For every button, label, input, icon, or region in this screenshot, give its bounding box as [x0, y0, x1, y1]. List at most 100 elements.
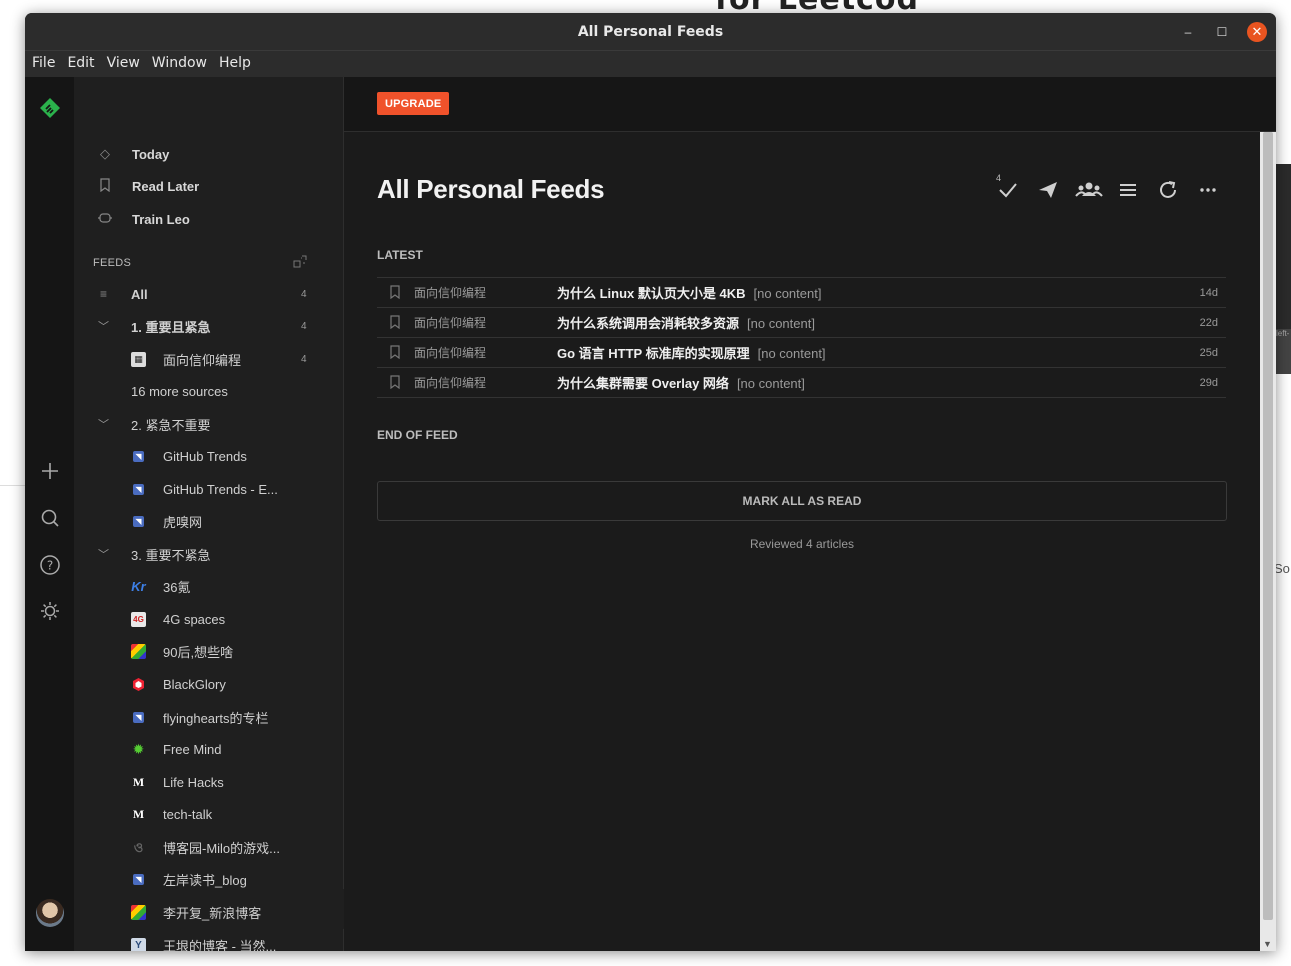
user-avatar[interactable] — [36, 899, 64, 927]
gear-favicon-icon: ✹ — [132, 740, 145, 757]
scroll-down-arrow-icon[interactable]: ▼ — [1263, 939, 1272, 949]
rss-icon: ◥ — [133, 450, 144, 462]
upgrade-button[interactable]: UPGRADE — [377, 92, 450, 115]
bookmark-icon — [96, 177, 114, 195]
article-title[interactable]: 为什么集群需要 Overlay 网络 [no content] — [557, 373, 805, 392]
rss-icon: ◥ — [133, 711, 144, 723]
bookmark-icon[interactable] — [390, 315, 400, 332]
kr-favicon-icon: Kr — [131, 578, 146, 594]
nav-train-leo[interactable]: Train Leo — [96, 208, 190, 230]
menu-bar: File Edit View Window Help — [25, 50, 1276, 77]
feed-favicon-icon: ▦ — [131, 351, 146, 367]
bookmark-icon[interactable] — [390, 375, 400, 392]
feed-source[interactable]: ও 博客园-Milo的游戏... — [74, 835, 343, 859]
refresh-icon[interactable] — [1156, 178, 1180, 202]
background-window-fragment: left- — [1276, 329, 1291, 374]
add-icon[interactable] — [39, 460, 61, 482]
menu-help[interactable]: Help — [212, 51, 256, 71]
background-divider — [0, 485, 26, 486]
pixel-favicon-icon — [131, 904, 146, 920]
article-age: 14d — [1199, 286, 1218, 299]
team-icon[interactable] — [1075, 178, 1103, 202]
reviewed-count-text: Reviewed 4 articles — [749, 537, 855, 551]
feedly-logo-icon[interactable] — [39, 97, 61, 124]
menu-file[interactable]: File — [25, 51, 60, 71]
article-list: 面向信仰编程 为什么 Linux 默认页大小是 4KB [no content] … — [377, 277, 1226, 398]
feed-source[interactable]: ◥ 左岸读书_blog — [74, 867, 343, 891]
feed-source[interactable]: Kr 36氪 — [74, 574, 343, 598]
minimize-button[interactable]: – — [1178, 22, 1198, 42]
cnblogs-icon: ও — [133, 839, 144, 855]
article-title[interactable]: 为什么 Linux 默认页大小是 4KB [no content] — [557, 283, 821, 302]
pixel-favicon-icon — [131, 643, 146, 659]
feed-group-2[interactable]: ﹀ 2. 紧急不重要 — [74, 412, 343, 436]
article-title[interactable]: 为什么系统调用会消耗较多资源 [no content] — [557, 313, 815, 332]
feeds-section-label: FEEDS — [93, 257, 132, 269]
end-of-feed-label: END OF FEED — [377, 428, 458, 442]
article-source: 面向信仰编程 — [414, 376, 487, 390]
feed-source[interactable]: M tech-talk — [74, 802, 343, 826]
mark-all-read-button[interactable]: MARK ALL AS READ — [377, 481, 1227, 521]
mark-as-read-icon[interactable] — [996, 178, 1020, 202]
bookmark-icon[interactable] — [390, 285, 400, 302]
feed-source[interactable]: ◥ 虎嗅网 — [74, 509, 343, 533]
chevron-down-icon[interactable]: ﹀ — [98, 318, 109, 334]
blackglory-icon — [131, 677, 146, 692]
chevron-down-icon[interactable]: ﹀ — [98, 416, 109, 432]
theme-sun-icon[interactable] — [39, 600, 61, 622]
article-title[interactable]: Go 语言 HTTP 标准库的实现原理 [no content] — [557, 343, 826, 362]
feed-all[interactable]: ≡ All 4 — [74, 282, 343, 306]
share-send-icon[interactable] — [1036, 178, 1060, 202]
main-panel: UPGRADE All Personal Feeds 4 LATEST 面向信仰… — [344, 77, 1276, 951]
menu-window[interactable]: Window — [145, 51, 212, 71]
feed-source[interactable]: Y 王垠的博客 - 当然... — [74, 933, 343, 951]
menu-edit[interactable]: Edit — [60, 51, 99, 71]
feed-source[interactable]: ◥ GitHub Trends - E... — [74, 477, 343, 501]
feed-source[interactable]: 李开复_新浪博客 — [74, 900, 343, 924]
feed-source[interactable]: 4G 4G spaces — [74, 607, 343, 631]
scrollbar[interactable]: ▼ — [1260, 132, 1276, 951]
title-bar[interactable]: All Personal Feeds – ☐ ✕ — [25, 13, 1276, 50]
list-item[interactable]: 面向信仰编程 为什么集群需要 Overlay 网络 [no content] 29… — [377, 368, 1226, 398]
more-sources-link[interactable]: 16 more sources — [74, 379, 343, 403]
medium-icon: M — [132, 806, 145, 821]
help-icon[interactable]: ? — [39, 554, 61, 576]
feed-source[interactable]: M Life Hacks — [74, 770, 343, 794]
background-window — [1276, 164, 1291, 329]
feed-source[interactable]: BlackGlory — [74, 672, 343, 696]
chevron-down-icon[interactable]: ﹀ — [98, 546, 109, 562]
list-item[interactable]: 面向信仰编程 为什么 Linux 默认页大小是 4KB [no content] … — [377, 278, 1226, 308]
feed-group-1[interactable]: ﹀ 1. 重要且紧急 4 — [74, 314, 343, 338]
search-icon[interactable] — [39, 507, 61, 529]
nav-read-later[interactable]: Read Later — [96, 175, 199, 197]
feed-source[interactable]: ▦ 面向信仰编程 4 — [74, 347, 343, 371]
list-item[interactable]: 面向信仰编程 为什么系统调用会消耗较多资源 [no content] 22d — [377, 308, 1226, 338]
list-item[interactable]: 面向信仰编程 Go 语言 HTTP 标准库的实现原理 [no content] 2… — [377, 338, 1226, 368]
close-button[interactable]: ✕ — [1247, 22, 1267, 42]
rss-icon: ◥ — [133, 483, 144, 495]
more-options-icon[interactable] — [1196, 178, 1220, 202]
latest-section-label: LATEST — [377, 248, 423, 262]
today-icon: ◇ — [100, 146, 110, 161]
feed-favicon-icon: 4G — [131, 611, 146, 627]
bookmark-icon[interactable] — [390, 345, 400, 362]
feed-source[interactable]: ✹ Free Mind — [74, 737, 343, 761]
maximize-button[interactable]: ☐ — [1212, 22, 1232, 42]
medium-icon: M — [132, 774, 145, 789]
feeds-settings-icon[interactable] — [293, 255, 307, 272]
article-age: 22d — [1199, 316, 1218, 329]
rss-icon: ◥ — [133, 515, 144, 527]
menu-view[interactable]: View — [100, 51, 145, 71]
scrollbar-thumb[interactable] — [1263, 132, 1273, 920]
feed-group-3[interactable]: ﹀ 3. 重要不紧急 — [74, 542, 343, 566]
feed-source[interactable]: ◥ GitHub Trends — [74, 444, 343, 468]
article-source: 面向信仰编程 — [414, 316, 487, 330]
article-source: 面向信仰编程 — [414, 346, 487, 360]
feed-source[interactable]: ◥ flyinghearts的专栏 — [74, 705, 343, 729]
layout-list-icon[interactable] — [1116, 178, 1140, 202]
top-strip: UPGRADE — [344, 77, 1276, 132]
leo-icon — [96, 211, 114, 228]
page-title: All Personal Feeds — [377, 174, 605, 204]
nav-today[interactable]: ◇ Today — [96, 143, 169, 165]
feed-source[interactable]: 90后,想些啥 — [74, 639, 343, 663]
